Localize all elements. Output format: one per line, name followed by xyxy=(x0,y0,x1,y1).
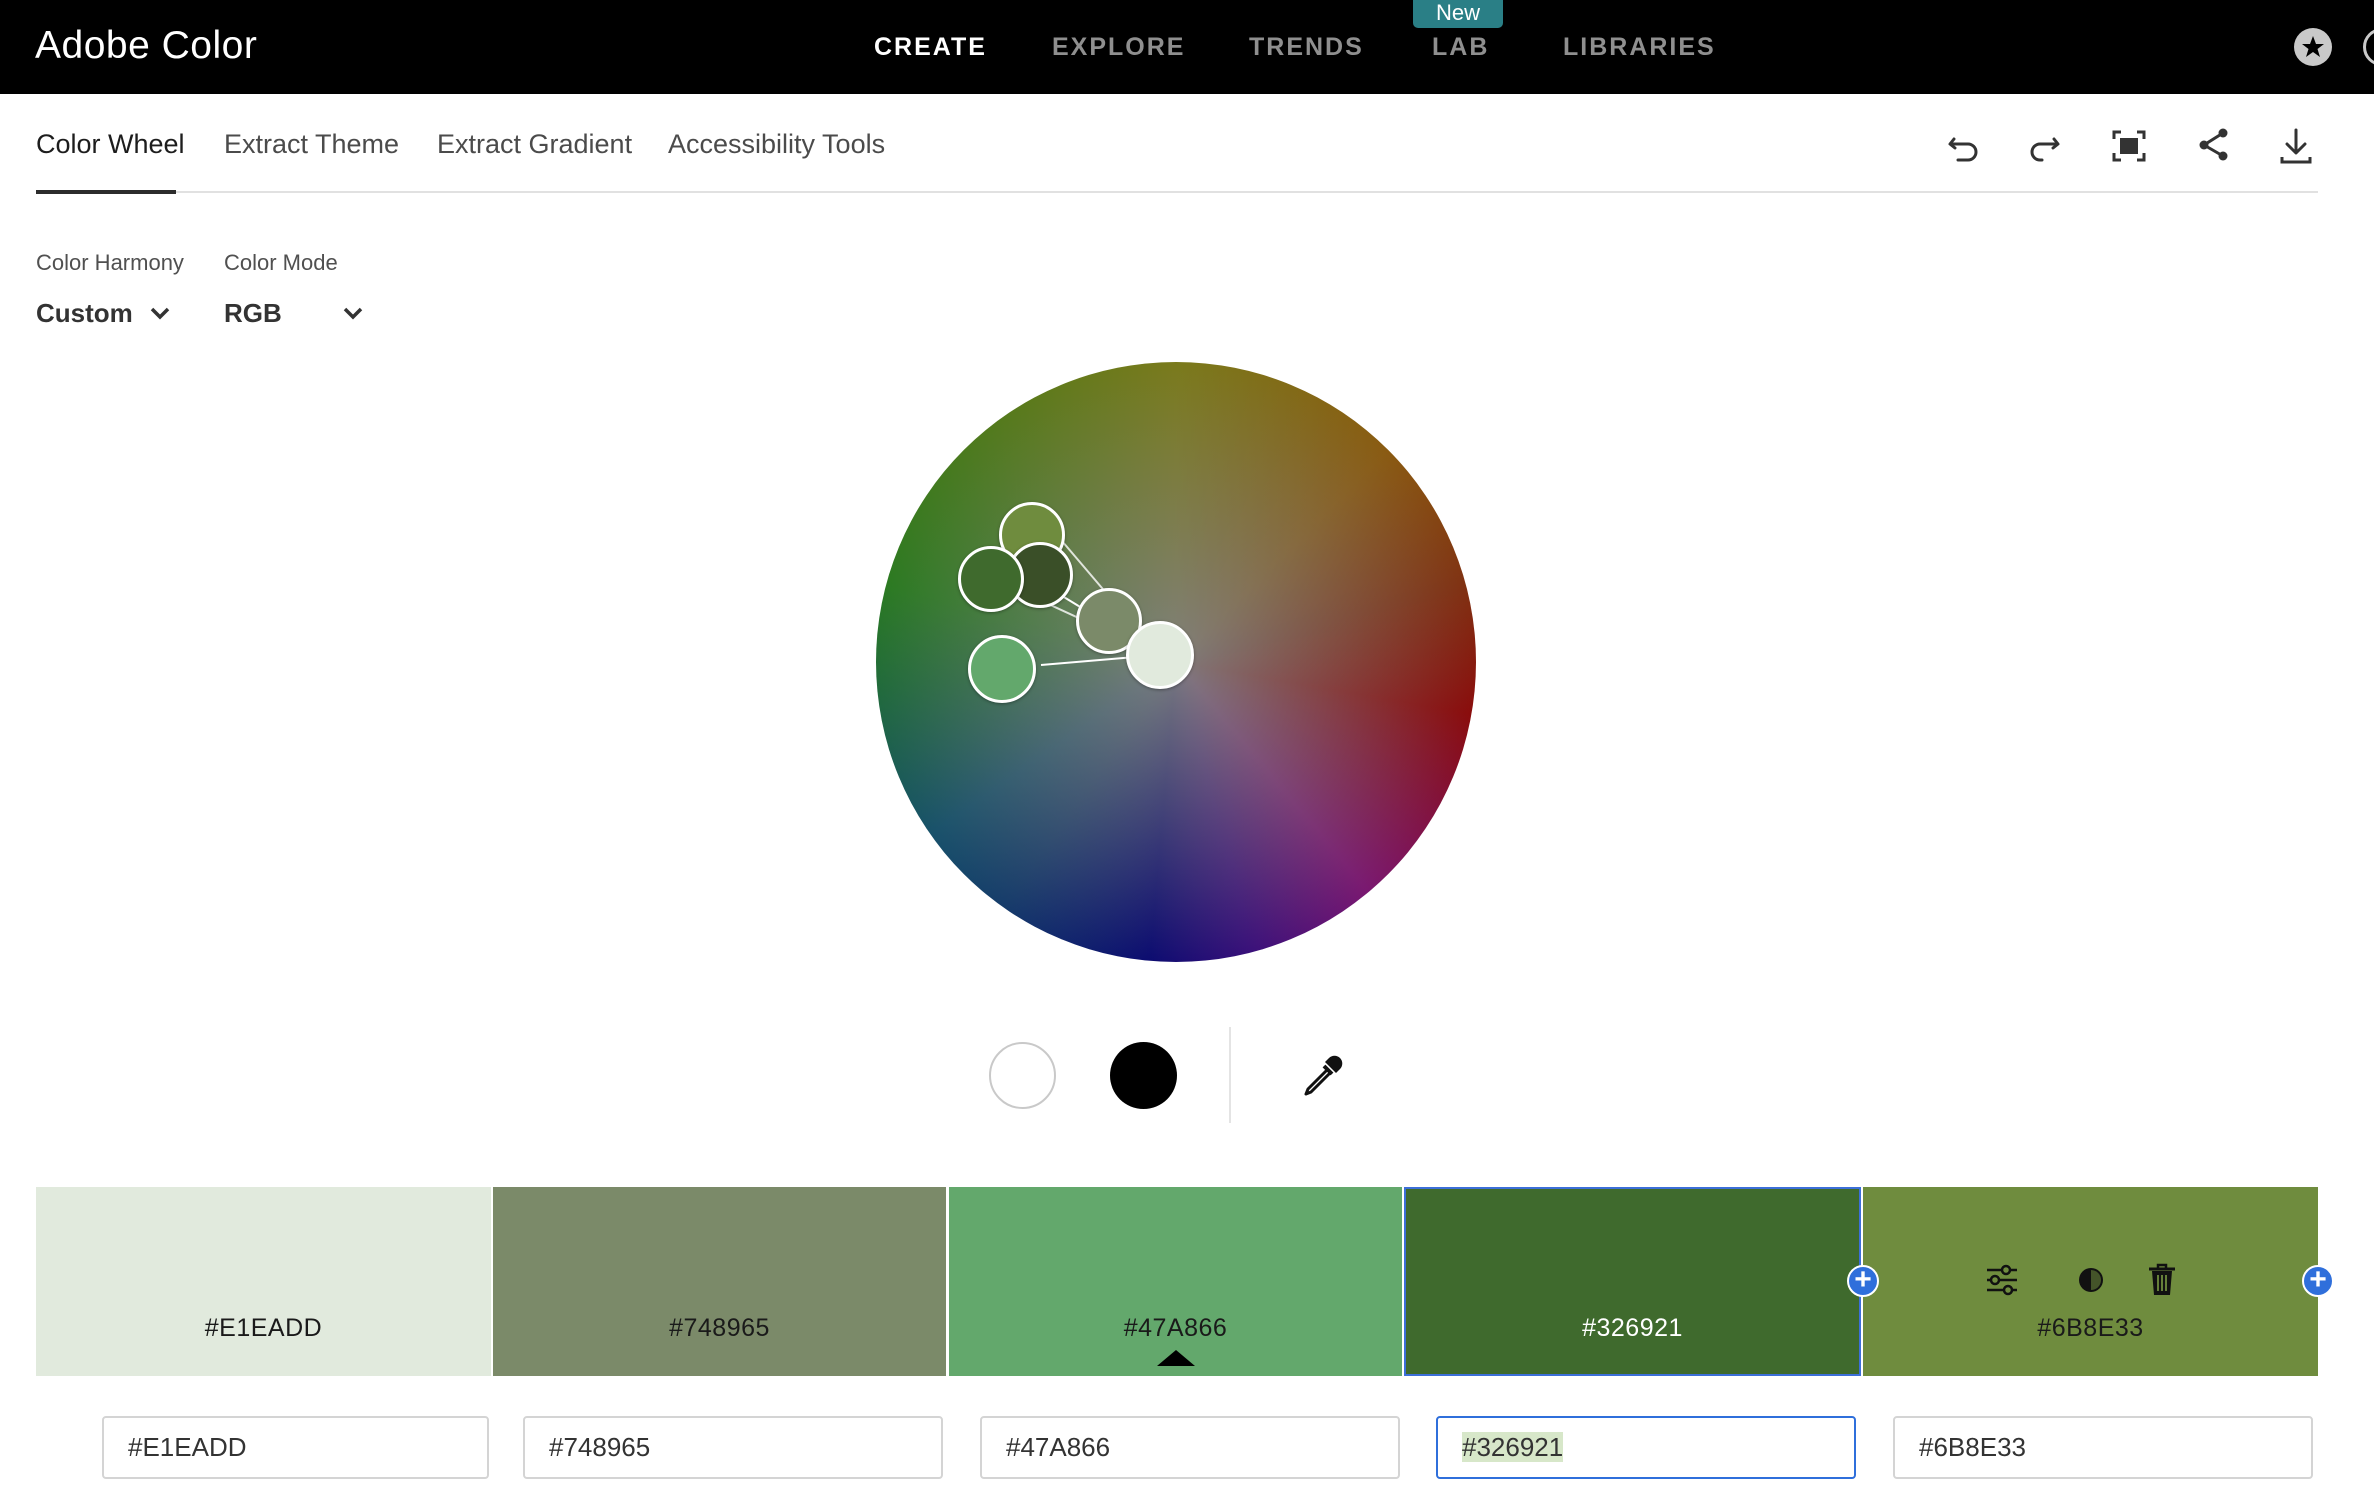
black-point-button[interactable] xyxy=(1110,1042,1177,1109)
swatch-3-base[interactable]: #47A866 xyxy=(949,1187,1402,1376)
chevron-down-icon[interactable] xyxy=(148,302,172,324)
swatch-2[interactable]: #748965 xyxy=(493,1187,946,1376)
tab-color-wheel[interactable]: Color Wheel xyxy=(36,129,185,160)
account-avatar-icon[interactable] xyxy=(2363,28,2374,66)
swatch-hex-label: #6B8E33 xyxy=(2037,1314,2144,1342)
nav-create[interactable]: CREATE xyxy=(874,33,987,62)
swatch-4-selected[interactable]: #326921 xyxy=(1404,1187,1861,1376)
picker-divider xyxy=(1229,1027,1231,1123)
set-base-color-icon[interactable] xyxy=(2073,1262,2109,1298)
fullscreen-icon[interactable] xyxy=(2107,124,2151,168)
brand-logo-text[interactable]: Adobe Color xyxy=(35,24,257,68)
eyedropper-icon[interactable] xyxy=(1298,1052,1346,1100)
tab-accessibility-tools[interactable]: Accessibility Tools xyxy=(668,129,885,160)
add-color-button-end[interactable]: + xyxy=(2302,1265,2334,1297)
swatch-hex-label: #748965 xyxy=(669,1314,770,1342)
tab-extract-theme[interactable]: Extract Theme xyxy=(224,129,399,160)
favorites-star-icon[interactable] xyxy=(2294,28,2332,66)
nav-libraries[interactable]: LIBRARIES xyxy=(1563,33,1716,62)
adjust-sliders-icon[interactable] xyxy=(1984,1262,2020,1298)
color-mode-label: Color Mode xyxy=(224,250,338,275)
nav-explore[interactable]: EXPLORE xyxy=(1052,33,1185,62)
color-mode-dropdown[interactable]: RGB xyxy=(224,298,282,329)
new-badge: New xyxy=(1413,0,1503,28)
color-harmony-dropdown[interactable]: Custom xyxy=(36,298,133,329)
top-nav-bar: Adobe Color CREATE EXPLORE TRENDS New LA… xyxy=(0,0,2374,94)
wheel-handle-base-47a866[interactable] xyxy=(968,635,1036,703)
hex-input-2[interactable]: #748965 xyxy=(523,1416,943,1479)
redo-icon[interactable] xyxy=(2022,124,2066,168)
add-color-button[interactable]: + xyxy=(1847,1265,1879,1297)
swatch-hex-label: #47A866 xyxy=(1123,1314,1228,1342)
swatch-hex-label: #E1EADD xyxy=(204,1314,323,1342)
undo-icon[interactable] xyxy=(1942,124,1986,168)
hex-input-1[interactable]: #E1EADD xyxy=(102,1416,489,1479)
color-harmony-label: Color Harmony xyxy=(36,250,184,275)
base-color-indicator xyxy=(1157,1350,1195,1366)
delete-trash-icon[interactable] xyxy=(2144,1262,2180,1298)
tab-extract-gradient[interactable]: Extract Gradient xyxy=(437,129,632,160)
share-icon[interactable] xyxy=(2192,124,2236,168)
hex-input-4-focused[interactable]: #326921 xyxy=(1436,1416,1856,1479)
white-point-button[interactable] xyxy=(989,1042,1056,1109)
nav-lab[interactable]: LAB xyxy=(1432,33,1489,62)
hex-input-3[interactable]: #47A866 xyxy=(980,1416,1400,1479)
selected-text[interactable]: #326921 xyxy=(1462,1432,1564,1462)
nav-trends[interactable]: TRENDS xyxy=(1249,33,1364,62)
active-tab-underline xyxy=(36,190,176,194)
swatch-1[interactable]: #E1EADD xyxy=(36,1187,491,1376)
chevron-down-icon[interactable] xyxy=(341,302,365,324)
wheel-handle-e1eadd[interactable] xyxy=(1126,621,1194,689)
download-icon[interactable] xyxy=(2274,124,2318,168)
tab-divider xyxy=(36,191,2318,193)
hex-input-5[interactable]: #6B8E33 xyxy=(1893,1416,2313,1479)
adobe-color-app: Adobe Color CREATE EXPLORE TRENDS New LA… xyxy=(0,0,2374,1494)
wheel-handle-326921[interactable] xyxy=(958,546,1024,612)
swatch-hex-label: #326921 xyxy=(1582,1314,1683,1342)
